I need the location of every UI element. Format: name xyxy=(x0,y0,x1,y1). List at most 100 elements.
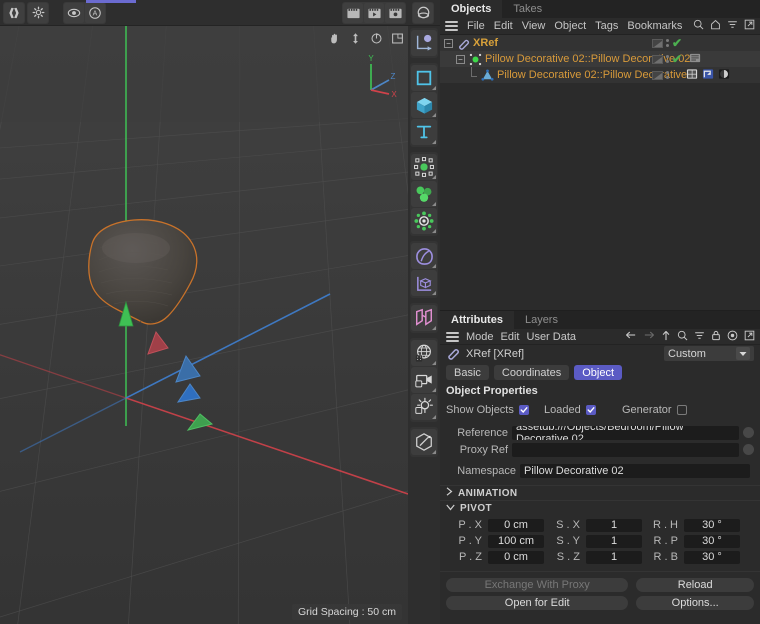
menu-user-data[interactable]: User Data xyxy=(527,331,577,343)
namespace-field[interactable]: Pillow Decorative 02 xyxy=(520,463,750,478)
pivot-rh-field[interactable]: 30 ° xyxy=(684,518,740,532)
pivot-rp-field[interactable]: 30 ° xyxy=(684,534,740,548)
expander-minus-icon[interactable]: − xyxy=(444,38,453,48)
uvw-tag-icon[interactable] xyxy=(702,68,715,83)
pivot-pz-field[interactable]: 0 cm xyxy=(488,550,544,564)
phong-tag-icon[interactable] xyxy=(686,68,699,83)
material-tag-icon[interactable] xyxy=(718,68,731,83)
reference-picker-button[interactable] xyxy=(743,427,754,438)
menu-mode[interactable]: Mode xyxy=(466,331,494,343)
record-icon[interactable] xyxy=(727,330,738,344)
tab-object[interactable]: Object xyxy=(574,365,623,380)
rotate-icon[interactable] xyxy=(368,30,385,47)
viewport[interactable]: Y Z X Grid Spacing : 50 cm xyxy=(0,26,408,624)
render-settings-icon[interactable] xyxy=(385,2,405,23)
object-tree[interactable]: − XRef ✔ − Pillow Decorative 02::Pillow … xyxy=(440,35,760,308)
layer-swatch-icon[interactable] xyxy=(652,54,663,64)
render-region-icon[interactable] xyxy=(364,2,384,23)
hamburger-menu-icon[interactable] xyxy=(446,331,459,342)
exchange-with-proxy-button[interactable]: Exchange With Proxy xyxy=(446,578,629,592)
forward-arrow-icon[interactable] xyxy=(643,330,655,343)
table-row[interactable]: − XRef ✔ xyxy=(440,35,760,51)
tab-coordinates[interactable]: Coordinates xyxy=(493,365,570,380)
preset-dropdown[interactable]: Custom xyxy=(664,346,754,361)
zoom-icon[interactable] xyxy=(347,30,364,47)
menu-tags[interactable]: Tags xyxy=(595,20,618,32)
menu-edit[interactable]: Edit xyxy=(494,20,513,32)
axis-widget-icon[interactable] xyxy=(411,30,437,56)
reference-field[interactable]: assetdb:///Objects/Bedroom/Pillow Decora… xyxy=(512,425,739,440)
undo-redo-icon[interactable] xyxy=(4,2,24,23)
pivot-px-field[interactable]: 0 cm xyxy=(488,518,544,532)
visibility-dots[interactable] xyxy=(666,55,669,63)
tab-takes[interactable]: Takes xyxy=(502,0,553,18)
render-view-icon[interactable] xyxy=(343,2,363,23)
menu-view[interactable]: View xyxy=(522,20,546,32)
tab-objects[interactable]: Objects xyxy=(440,0,503,18)
search-icon[interactable] xyxy=(677,330,688,344)
open-for-edit-button[interactable]: Open for Edit xyxy=(446,596,629,610)
hamburger-menu-icon[interactable] xyxy=(445,21,458,31)
tab-attributes[interactable]: Attributes xyxy=(440,311,514,329)
home-icon[interactable] xyxy=(710,19,721,33)
camera-icon[interactable] xyxy=(411,367,437,393)
animation-fold[interactable]: ANIMATION xyxy=(440,485,760,500)
chevron-down-icon[interactable] xyxy=(736,347,750,360)
visibility-icon[interactable] xyxy=(64,2,84,23)
menu-edit[interactable]: Edit xyxy=(501,331,520,343)
deformer-icon[interactable] xyxy=(411,208,437,234)
pivot-sx-field[interactable]: 1 xyxy=(586,518,642,532)
expander-minus-icon[interactable]: − xyxy=(456,54,465,64)
visibility-dots[interactable] xyxy=(666,71,669,79)
options-button[interactable]: Options... xyxy=(636,596,754,610)
proxy-ref-picker-button[interactable] xyxy=(743,444,754,455)
tab-basic[interactable]: Basic xyxy=(446,365,489,380)
enabled-check-icon[interactable]: ✔ xyxy=(672,53,682,65)
workplane-icon[interactable] xyxy=(411,270,437,296)
pivot-rb-field[interactable]: 30 ° xyxy=(684,550,740,564)
pan-icon[interactable] xyxy=(326,30,343,47)
gear-icon[interactable] xyxy=(28,2,48,23)
light-icon[interactable] xyxy=(411,394,437,420)
menu-file[interactable]: File xyxy=(467,20,485,32)
show-objects-checkbox[interactable] xyxy=(518,405,529,415)
open-external-icon[interactable] xyxy=(744,19,755,33)
pivot-fold[interactable]: PIVOT xyxy=(440,500,760,515)
menu-bookmarks[interactable]: Bookmarks xyxy=(627,20,682,32)
material-sphere-icon[interactable] xyxy=(413,2,433,23)
open-external-icon[interactable] xyxy=(744,330,755,344)
pivot-py-field[interactable]: 100 cm xyxy=(488,534,544,548)
table-row[interactable]: − Pillow Decorative 02::Pillow Decorativ… xyxy=(440,51,760,67)
up-arrow-icon[interactable] xyxy=(661,330,671,344)
reload-button[interactable]: Reload xyxy=(636,578,754,592)
loaded-checkbox[interactable] xyxy=(585,405,596,415)
visibility-dots[interactable] xyxy=(666,39,669,47)
layer-swatch-icon[interactable] xyxy=(652,70,663,80)
layer-swatch-icon[interactable] xyxy=(652,38,663,48)
spline-icon[interactable] xyxy=(411,243,437,269)
xref-tag-icon[interactable] xyxy=(689,52,702,67)
filter-icon[interactable] xyxy=(694,330,705,344)
array-generator-icon[interactable] xyxy=(411,181,437,207)
pivot-sz-field[interactable]: 1 xyxy=(586,550,642,564)
enabled-check-icon[interactable]: ✔ xyxy=(672,37,682,49)
filter-icon[interactable] xyxy=(727,19,738,33)
back-arrow-icon[interactable] xyxy=(625,330,637,343)
search-icon[interactable] xyxy=(693,19,704,33)
menu-object[interactable]: Object xyxy=(554,20,586,32)
paint-tool-icon[interactable] xyxy=(411,429,437,455)
pivot-sy-field[interactable]: 1 xyxy=(586,534,642,548)
table-row[interactable]: Pillow Decorative 02::Pillow Decorative xyxy=(440,66,760,83)
mograph-icon[interactable] xyxy=(411,305,437,331)
generator-checkbox[interactable] xyxy=(676,405,687,415)
view-panel-icon[interactable] xyxy=(389,30,406,47)
subdivision-surface-icon[interactable] xyxy=(411,154,437,180)
tab-layers[interactable]: Layers xyxy=(514,311,569,329)
plane-primitive-icon[interactable] xyxy=(411,65,437,91)
cube-primitive-icon[interactable] xyxy=(411,92,437,118)
proxy-ref-field[interactable] xyxy=(512,442,739,457)
axis-icon[interactable]: A xyxy=(85,2,105,23)
text-spline-icon[interactable] xyxy=(411,119,437,145)
environment-sky-icon[interactable]: ∷ xyxy=(411,340,437,366)
lock-icon[interactable] xyxy=(711,330,721,344)
